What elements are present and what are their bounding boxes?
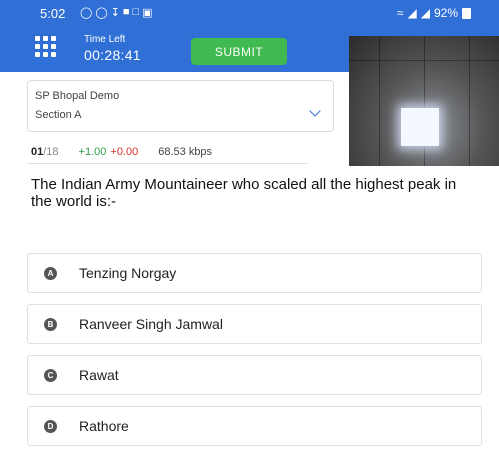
signal-icon: ◢ (407, 6, 417, 20)
option-text: Rathore (79, 418, 129, 434)
question-text: The Indian Army Mountaineer who scaled a… (31, 176, 457, 210)
positive-marks: +1.00 (78, 146, 107, 158)
grid-menu-icon[interactable] (35, 36, 57, 57)
camera-preview (349, 36, 499, 166)
chevron-down-icon[interactable] (309, 105, 321, 117)
option-b[interactable]: B Ranveer Singh Jamwal (27, 304, 482, 344)
camera-light (401, 108, 439, 146)
status-right: ≈ ◢ ◢ 92% (397, 6, 471, 20)
option-text: Rawat (79, 367, 119, 383)
wifi-icon: ≈ (396, 6, 404, 20)
negative-marks: +0.00 (110, 146, 139, 158)
network-speed: 68.53 kbps (158, 146, 213, 158)
option-text: Tenzing Norgay (79, 265, 177, 281)
timer-label: Time Left (84, 34, 126, 45)
question-stats: 01 /18 +1.00 +0.00 68.53 kbps (31, 146, 212, 158)
status-bar: 5:02 ◯ ◯ ↧ ■ □ ▣ ≈ ◢ ◢ 92% (0, 0, 499, 26)
section-name: Section A (35, 109, 82, 121)
battery-percent: 92% (433, 6, 458, 20)
battery-icon (462, 7, 471, 19)
timer-value: 00:28:41 (84, 47, 141, 63)
message-icon: □ (132, 6, 140, 18)
status-time: 5:02 (40, 6, 66, 21)
submit-button[interactable]: SUBMIT (191, 38, 287, 65)
whatsapp-icon: ◯ (80, 7, 93, 19)
timer: Time Left 00:28:41 (84, 34, 141, 64)
option-d[interactable]: D Rathore (27, 406, 482, 446)
current-question: 01 (31, 146, 44, 158)
option-letter-icon: B (44, 317, 57, 331)
option-letter-icon: D (44, 419, 57, 433)
option-text: Ranveer Singh Jamwal (79, 316, 223, 332)
section-selector[interactable]: SP Bhopal Demo Section A (27, 80, 334, 132)
option-letter-icon: A (44, 266, 57, 280)
option-c[interactable]: C Rawat (27, 355, 482, 395)
exam-name: SP Bhopal Demo (35, 90, 120, 102)
total-questions: /18 (43, 146, 59, 158)
image-icon: ▣ (142, 7, 153, 19)
option-letter-icon: C (44, 368, 57, 382)
option-a[interactable]: A Tenzing Norgay (27, 253, 482, 293)
download-icon: ↧ (110, 7, 120, 19)
whatsapp-icon: ◯ (95, 7, 108, 19)
divider (27, 163, 307, 164)
signal-icon: ◢ (420, 6, 430, 20)
app-icon: ■ (122, 6, 130, 18)
notification-icons: ◯ ◯ ↧ ■ □ ▣ (80, 6, 153, 19)
